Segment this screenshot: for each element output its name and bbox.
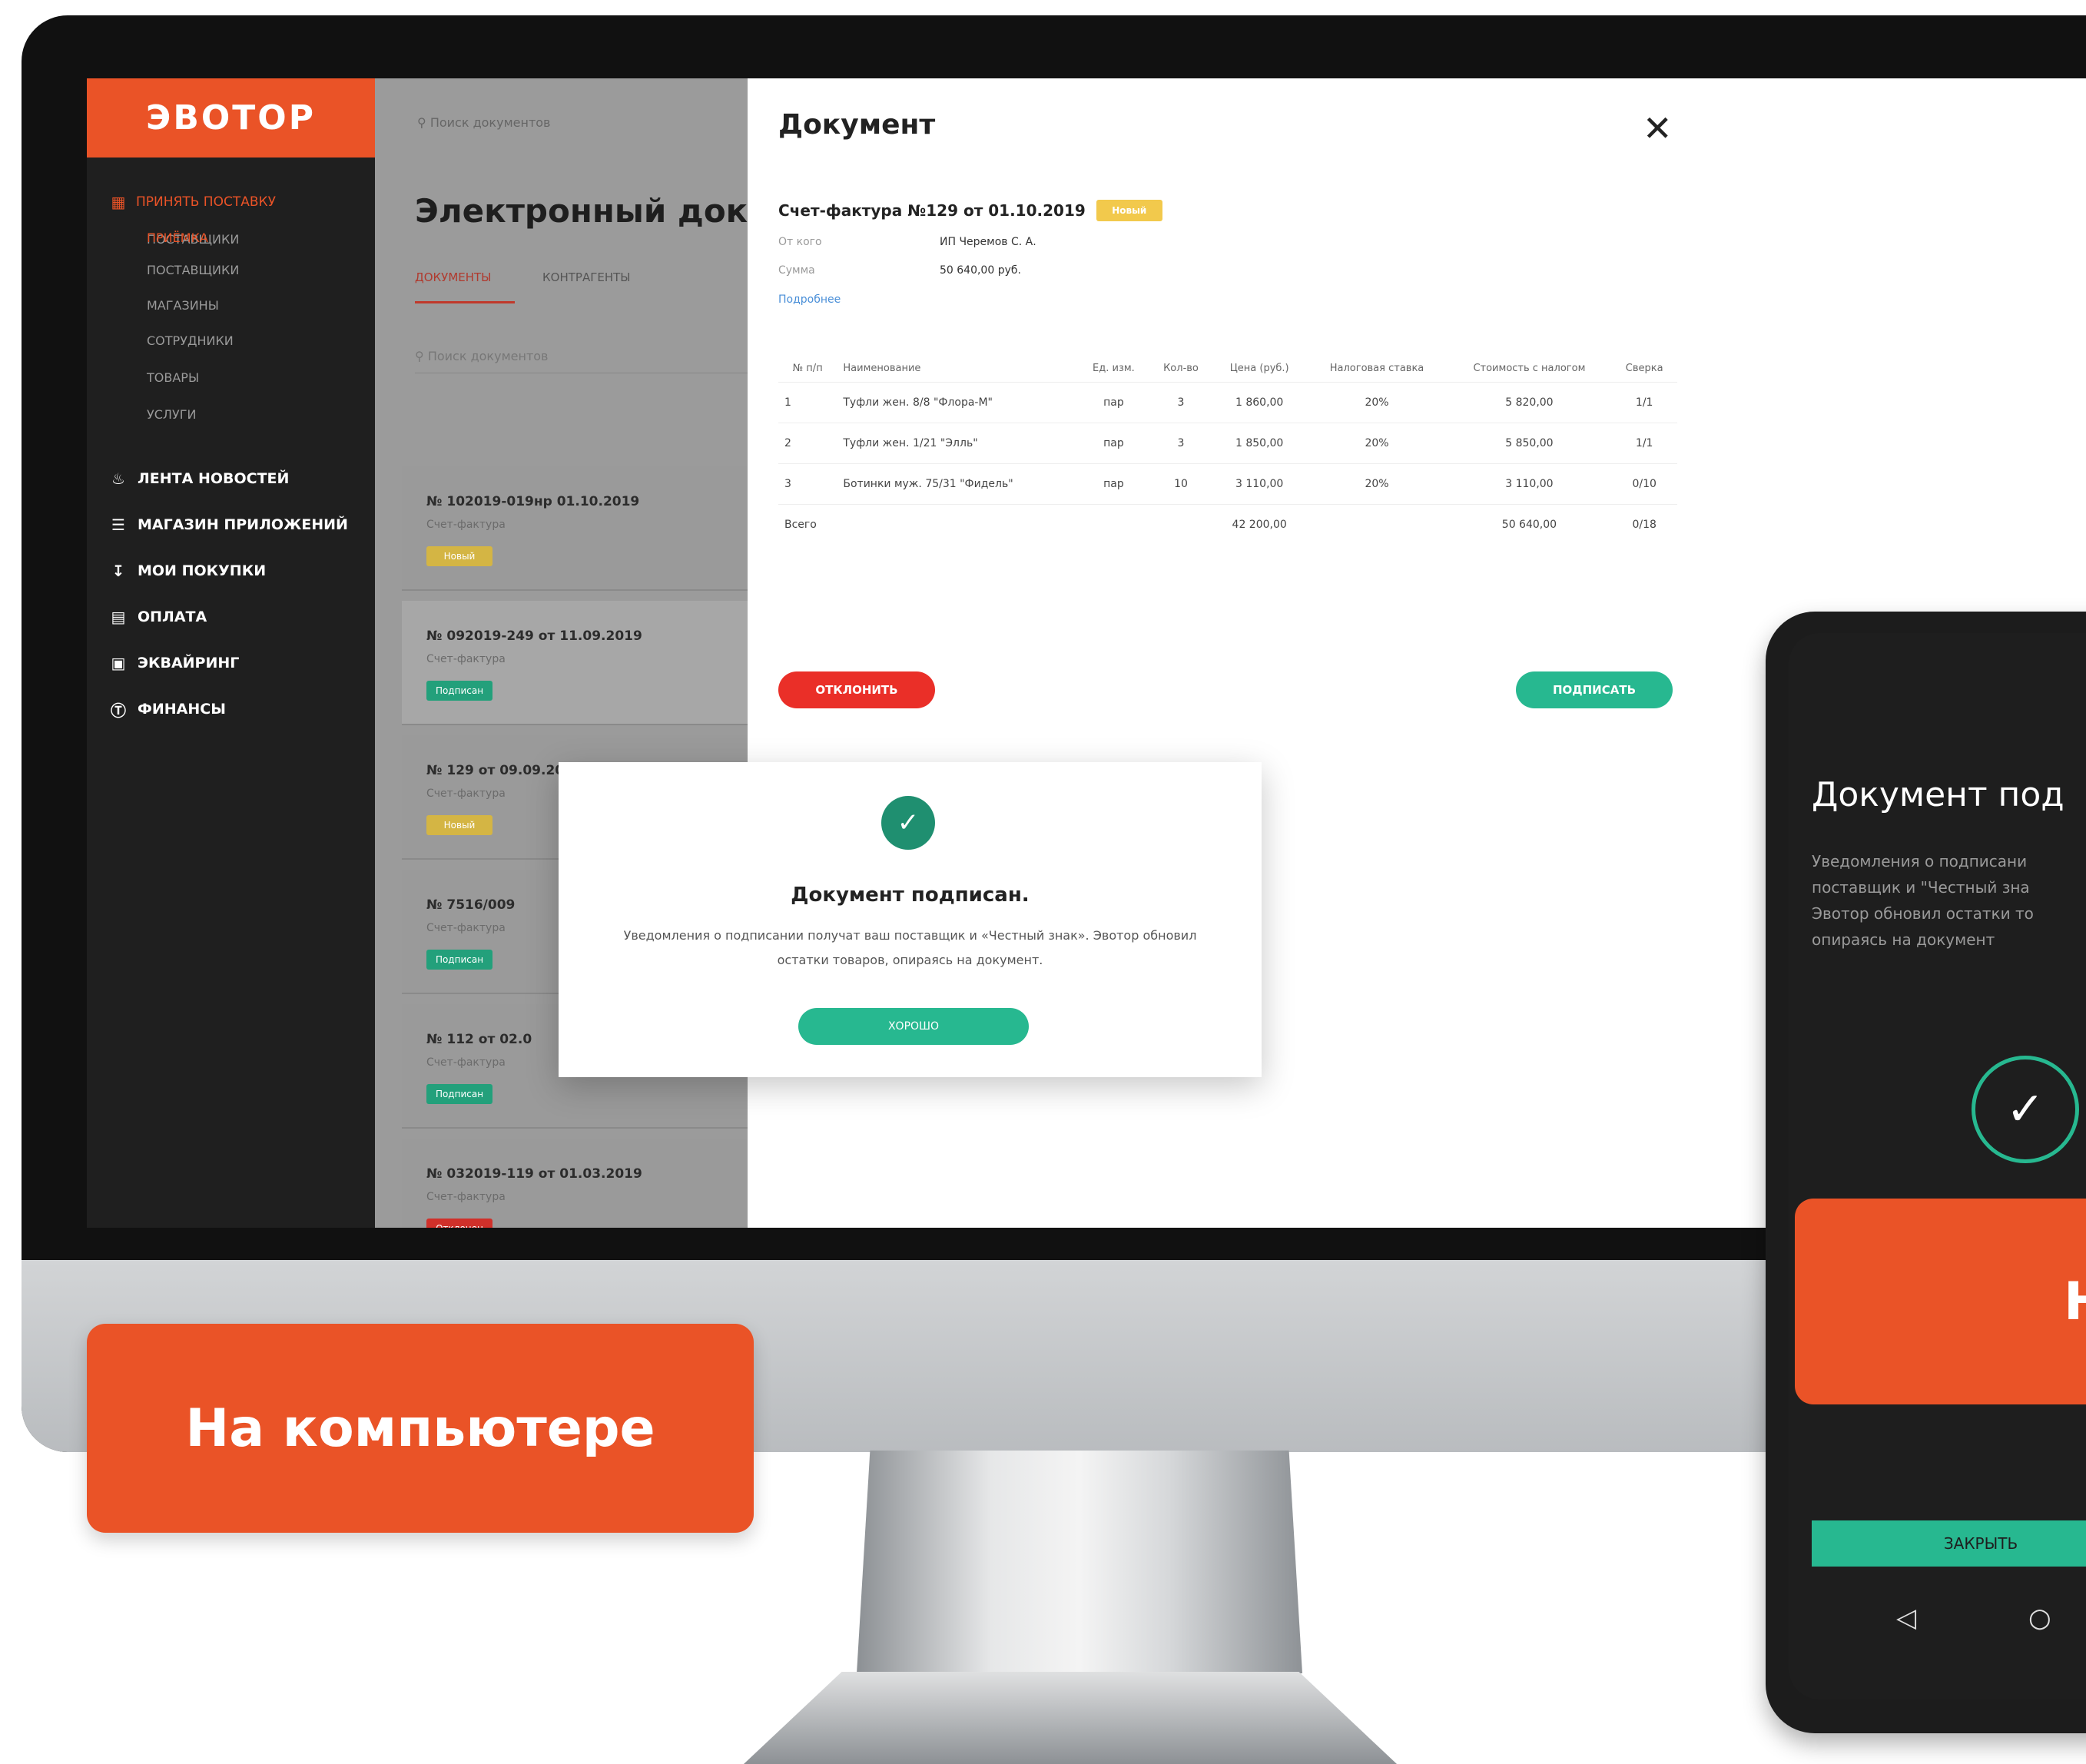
document-type: Счет-фактура bbox=[426, 1056, 506, 1069]
invoice-title-row: Счет-фактура №129 от 01.10.2019 Новый bbox=[778, 200, 1162, 221]
document-number: № 032019-119 от 01.03.2019 bbox=[426, 1166, 642, 1182]
invoice-title: Счет-фактура №129 от 01.10.2019 bbox=[778, 201, 1086, 220]
top-search[interactable]: ⚲ Поиск документов bbox=[417, 115, 550, 130]
phone-label: Н bbox=[1795, 1199, 2086, 1404]
status-badge: Отклонен bbox=[426, 1219, 492, 1228]
dialog-title: Документ подписан. bbox=[791, 884, 1030, 907]
card-icon: ▣ bbox=[111, 654, 126, 672]
active-tab-underline bbox=[415, 301, 515, 303]
sidebar-item-app-store[interactable]: ☰ МАГАЗИН ПРИЛОЖЕНИЙ bbox=[110, 516, 348, 534]
document-number: № 102019-019нр 01.10.2019 bbox=[426, 494, 640, 509]
sidebar-item-finance[interactable]: Ⓣ ФИНАНСЫ bbox=[110, 701, 226, 720]
column-header: Кол-во bbox=[1163, 363, 1199, 374]
column-header: № п/п bbox=[792, 363, 823, 374]
column-header: Стоимость с налогом bbox=[1473, 363, 1586, 374]
document-type: Счет-фактура bbox=[426, 519, 506, 531]
document-search-input[interactable]: ⚲ Поиск документов bbox=[415, 349, 753, 373]
document-list-item[interactable]: № 092019-249 от 11.09.2019 Счет-фактура … bbox=[402, 601, 759, 725]
invoice-field: От кого ИП Черемов С. А. bbox=[778, 236, 1036, 248]
download-icon: ↧ bbox=[111, 562, 125, 580]
table-total-row: Всего 42 200,00 50 640,00 0/18 bbox=[778, 504, 1677, 545]
home-icon[interactable]: ○ bbox=[2028, 1603, 2051, 1633]
column-header: Цена (руб.) bbox=[1229, 363, 1289, 374]
sidebar: ЭВОТОР ▦ ПРИНЯТЬ ПОСТАВКУ ПОСТАВЩИКИ ПРИ… bbox=[87, 78, 375, 1228]
status-badge: Новый bbox=[426, 815, 492, 835]
sidebar-sub-item[interactable]: УСЛУГИ bbox=[147, 407, 196, 422]
evotor-logo[interactable]: ЭВОТОР bbox=[87, 78, 375, 158]
status-badge: Новый bbox=[426, 546, 492, 566]
monitor-stand-neck bbox=[857, 1451, 1302, 1673]
table-row[interactable]: 2 Туфли жен. 1/21 "Элль" пар 3 1 850,00 … bbox=[778, 423, 1677, 464]
bell-icon: ♨ bbox=[111, 469, 125, 488]
back-icon[interactable]: ◁ bbox=[1896, 1603, 1916, 1633]
document-number: № 7516/009 bbox=[426, 897, 516, 913]
sidebar-sub-item-active[interactable]: ПРИЁМКА bbox=[147, 230, 208, 245]
sidebar-sub-item[interactable]: МАГАЗИНЫ bbox=[147, 298, 219, 313]
table-row[interactable]: 1 Туфли жен. 8/8 "Флора-М" пар 3 1 860,0… bbox=[778, 382, 1677, 423]
document-list-item[interactable]: № 032019-119 от 01.03.2019 Счет-фактура … bbox=[402, 1139, 759, 1228]
phone-text: Уведомления о подписани поставщик и "Чес… bbox=[1812, 852, 2034, 949]
computer-label: На компьютере bbox=[87, 1324, 754, 1533]
store-icon: ▦ bbox=[111, 193, 126, 211]
details-link[interactable]: Подробнее bbox=[778, 293, 841, 306]
table-row[interactable]: 3 Ботинки муж. 75/31 "Фидель" пар 10 3 1… bbox=[778, 463, 1677, 505]
sidebar-group-receive[interactable]: ▦ ПРИНЯТЬ ПОСТАВКУ bbox=[110, 193, 276, 211]
status-badge: Подписан bbox=[426, 1084, 492, 1104]
invoice-table: № п/п Наименование Ед. изм. Кол-во Цена … bbox=[778, 355, 1677, 545]
sidebar-item-payment[interactable]: ▤ ОПЛАТА bbox=[110, 608, 207, 626]
search-icon: ⚲ bbox=[415, 349, 424, 363]
document-heading: Документ bbox=[778, 109, 936, 141]
reject-button[interactable]: ОТКЛОНИТЬ bbox=[778, 671, 935, 708]
document-type: Счет-фактура bbox=[426, 653, 506, 665]
search-icon: ⚲ bbox=[417, 115, 426, 130]
phone-title: Документ под bbox=[1812, 775, 2064, 814]
column-header: Сверка bbox=[1625, 363, 1663, 374]
phone: Документ под Уведомления о подписани пос… bbox=[1766, 612, 2086, 1733]
document-type: Счет-фактура bbox=[426, 922, 506, 934]
status-badge: Подписан bbox=[426, 950, 492, 970]
sidebar-sub-item[interactable]: СОТРУДНИКИ bbox=[147, 333, 234, 348]
check-icon: ✓ bbox=[1972, 1056, 2079, 1163]
coin-icon: Ⓣ bbox=[111, 701, 126, 720]
phone-screen: Документ под Уведомления о подписани пос… bbox=[1789, 633, 2086, 1699]
document-number: № 112 от 02.0 bbox=[426, 1032, 532, 1047]
invoice-field: Сумма 50 640,00 руб. bbox=[778, 264, 1021, 277]
sidebar-sub-item[interactable]: ПОСТАВЩИКИ bbox=[147, 263, 239, 277]
document-type: Счет-фактура bbox=[426, 788, 506, 800]
check-icon: ✓ bbox=[881, 796, 935, 850]
signed-dialog: ✓ Документ подписан. Уведомления о подпи… bbox=[559, 762, 1262, 1077]
sidebar-group-label: ПРИНЯТЬ ПОСТАВКУ bbox=[136, 194, 276, 210]
sidebar-item-news[interactable]: ♨ ЛЕНТА НОВОСТЕЙ bbox=[110, 469, 289, 488]
table-header-row: № п/п Наименование Ед. изм. Кол-во Цена … bbox=[778, 355, 1677, 383]
close-icon[interactable]: ✕ bbox=[1643, 108, 1673, 149]
status-badge: Подписан bbox=[426, 681, 492, 701]
document-type: Счет-фактура bbox=[426, 1191, 506, 1203]
sidebar-item-purchases[interactable]: ↧ МОИ ПОКУПКИ bbox=[110, 562, 267, 580]
column-header: Наименование bbox=[843, 363, 921, 374]
tab-documents[interactable]: ДОКУМЕНТЫ bbox=[415, 270, 491, 284]
sidebar-item-acquiring[interactable]: ▣ ЭКВАЙРИНГ bbox=[110, 654, 240, 672]
shop-icon: ☰ bbox=[111, 516, 125, 534]
ok-button[interactable]: ХОРОШО bbox=[798, 1008, 1029, 1045]
status-badge: Новый bbox=[1096, 200, 1162, 221]
sidebar-sub-item[interactable]: ТОВАРЫ bbox=[147, 370, 199, 385]
column-header: Налоговая ставка bbox=[1329, 363, 1424, 374]
sign-button[interactable]: ПОДПИСАТЬ bbox=[1516, 671, 1673, 708]
document-number: № 092019-249 от 11.09.2019 bbox=[426, 628, 642, 644]
tab-counterparties[interactable]: КОНТРАГЕНТЫ bbox=[542, 270, 631, 284]
page-title: Электронный доку bbox=[415, 192, 769, 230]
close-button[interactable]: ЗАКРЫТЬ bbox=[1812, 1520, 2086, 1567]
column-header: Ед. изм. bbox=[1093, 363, 1135, 374]
document-list-item[interactable]: № 102019-019нр 01.10.2019 Счет-фактура Н… bbox=[402, 466, 759, 591]
dialog-text: Уведомления о подписании получат ваш пос… bbox=[623, 928, 1197, 967]
receipt-icon: ▤ bbox=[111, 608, 126, 626]
top-search-placeholder: Поиск документов bbox=[429, 115, 551, 130]
monitor-stand-base bbox=[744, 1672, 1397, 1764]
